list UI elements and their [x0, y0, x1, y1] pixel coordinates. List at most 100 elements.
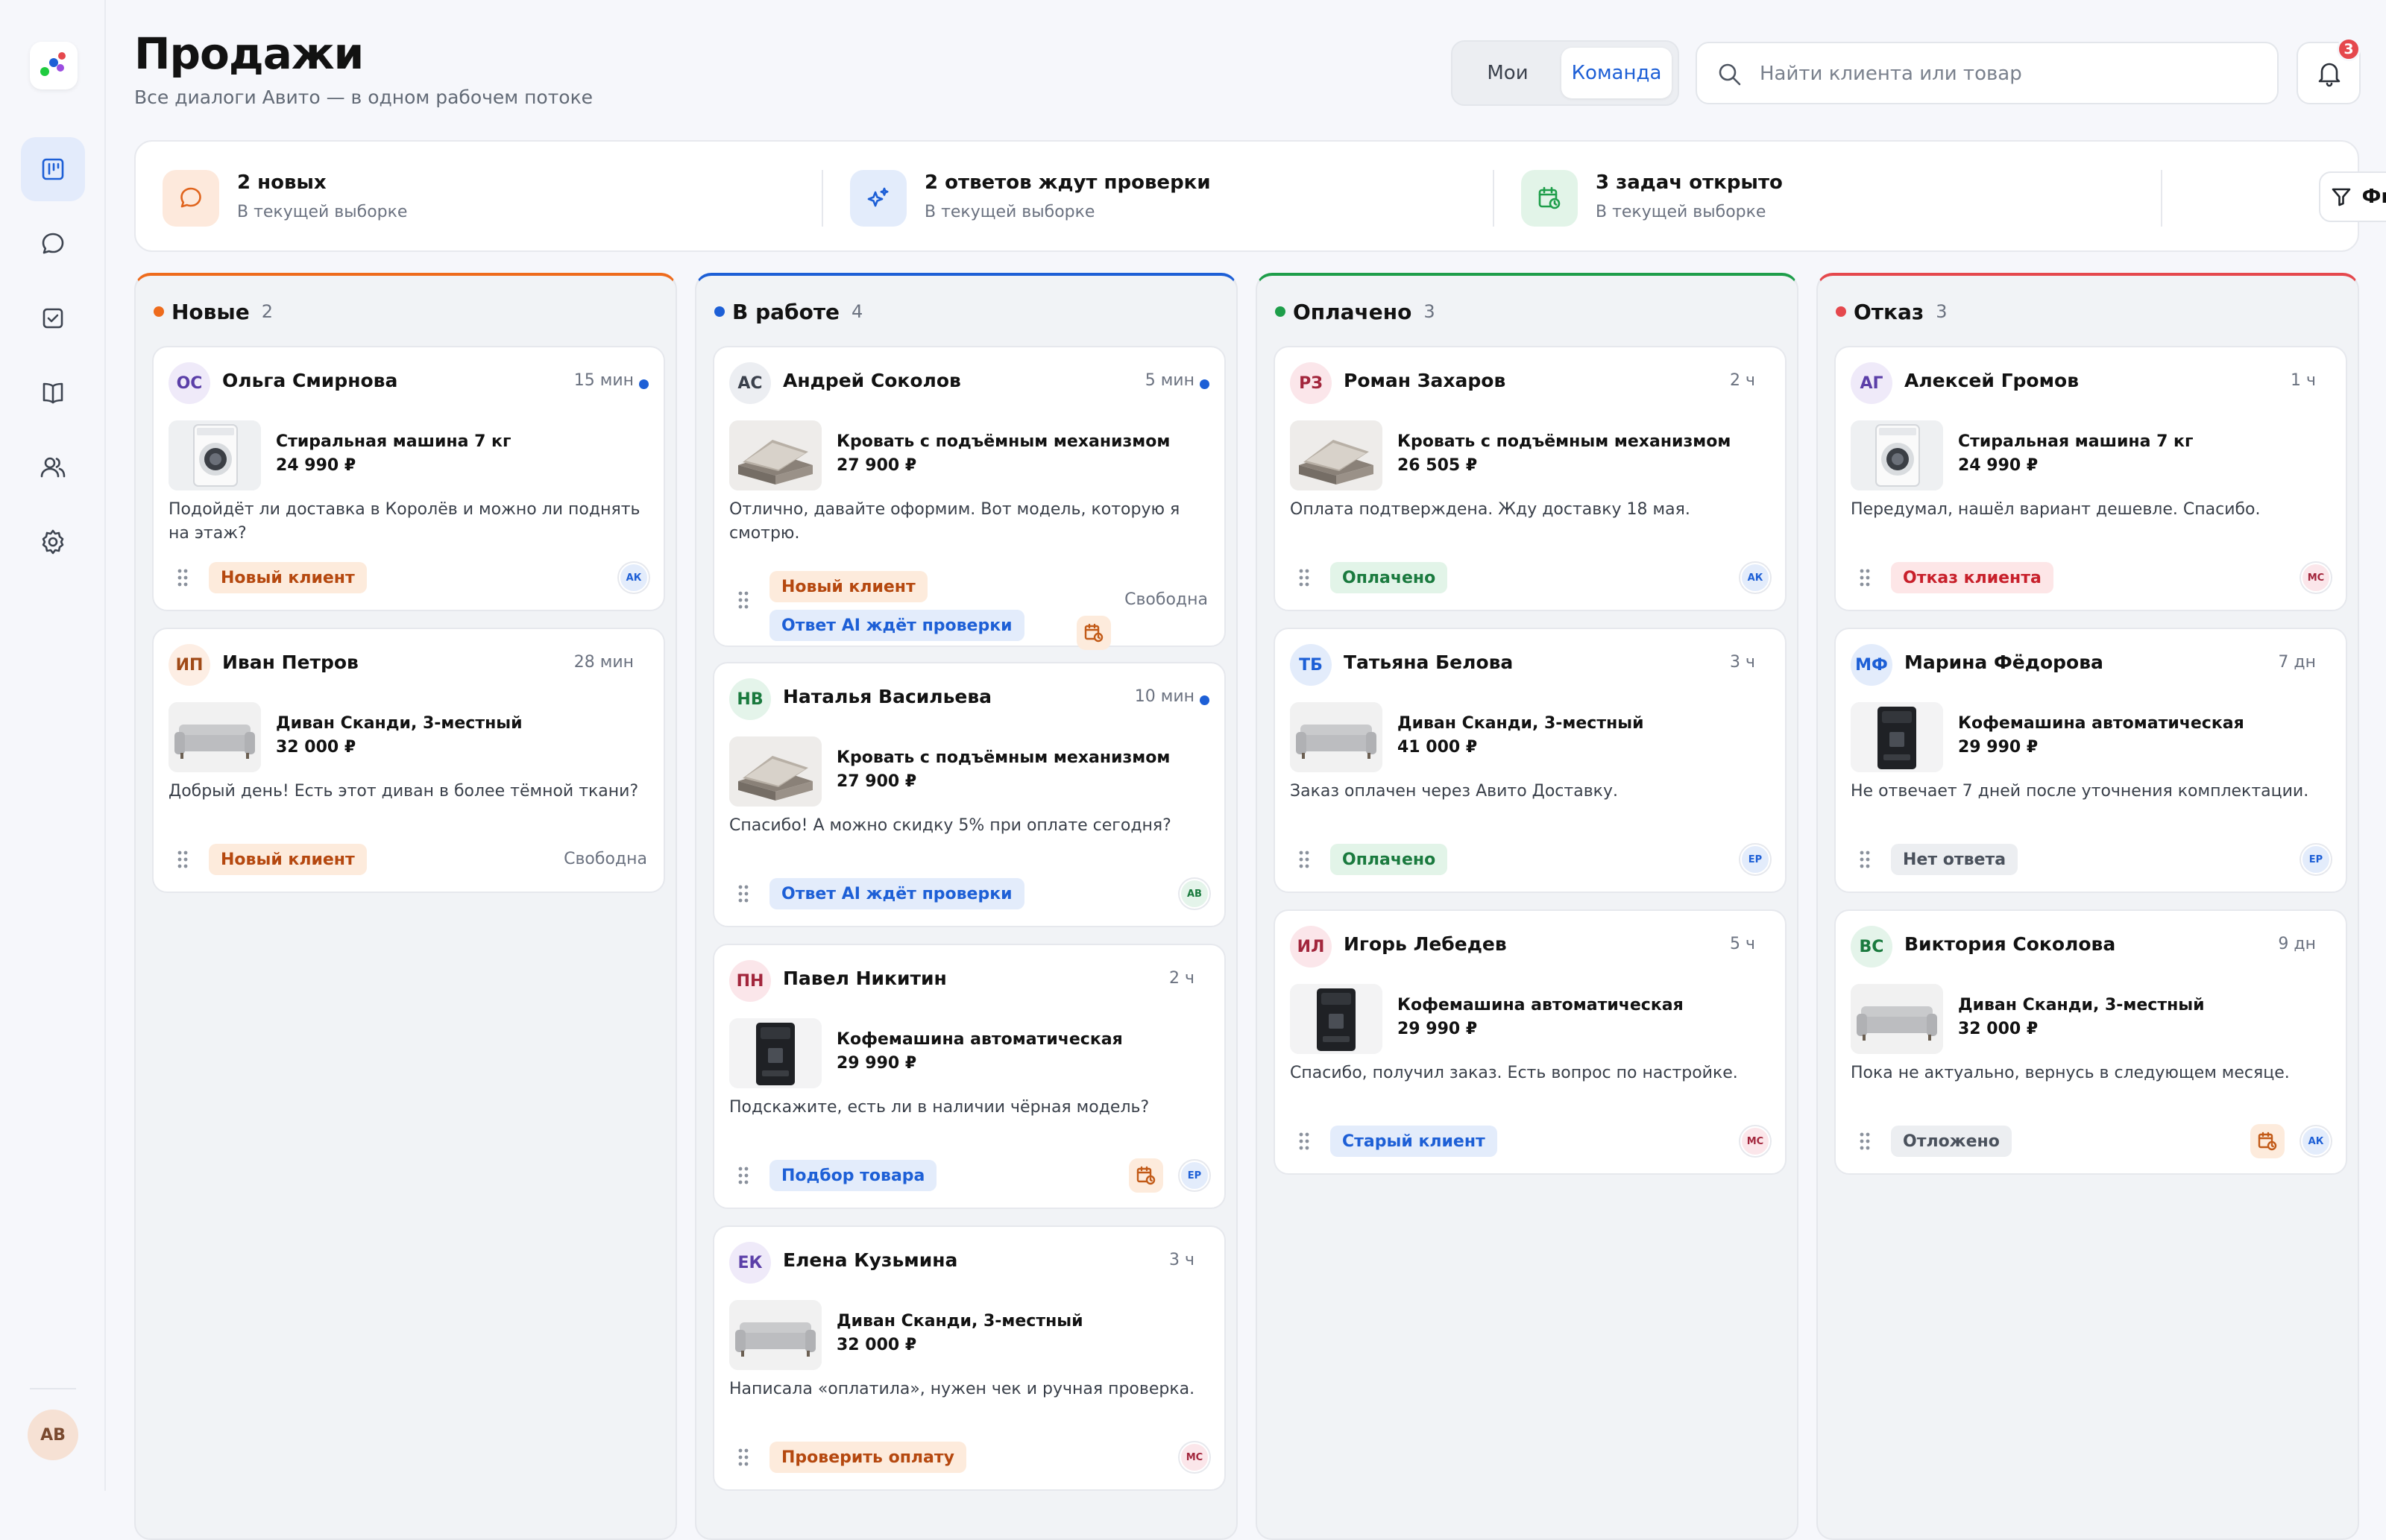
product-name: Стиральная машина 7 кг: [1958, 432, 2194, 451]
status-tag[interactable]: Нет ответа: [1891, 844, 2018, 875]
drag-handle[interactable]: [1858, 850, 1872, 869]
assignee-avatar[interactable]: ЕР: [1180, 1161, 1209, 1190]
open-task-button[interactable]: [1129, 1158, 1163, 1193]
column-count: 3: [1936, 301, 1948, 322]
assignee-avatar[interactable]: МС: [1740, 1126, 1770, 1156]
assignee-avatar[interactable]: АК: [1740, 563, 1770, 593]
product-price: 29 990 ₽: [1958, 738, 2039, 757]
last-message: Написала «оплатила», нужен чек и ручная …: [729, 1380, 1195, 1398]
nav-knowledge[interactable]: [21, 361, 85, 425]
filters-button[interactable]: Фильтры: [2319, 171, 2386, 222]
message-time: 5 мин: [1145, 371, 1194, 390]
product-name: Стиральная машина 7 кг: [276, 432, 511, 451]
divider: [822, 170, 823, 227]
deal-card[interactable]: ИП Иван Петров 28 мин Диван Сканди, 3-местн…: [152, 628, 665, 893]
drag-handle[interactable]: [737, 1166, 750, 1185]
deal-card[interactable]: ТБ Татьяна Белова 3 ч Диван Сканди, 3-местн…: [1274, 628, 1787, 893]
deal-card[interactable]: ВС Виктория Соколова 9 дн Диван Сканди, 3-м…: [1834, 909, 2347, 1175]
assignee-avatar[interactable]: АК: [619, 563, 649, 593]
product-thumbnail: [1851, 420, 1943, 490]
deal-card[interactable]: МФ Марина Фёдорова 7 дн Кофемашина автомати…: [1834, 628, 2347, 893]
deal-card[interactable]: РЗ Роман Захаров 2 ч Кровать с подъёмным ме…: [1274, 346, 1787, 611]
assignee-avatar[interactable]: АВ: [1180, 879, 1209, 909]
column-status-dot: [1275, 306, 1285, 317]
search-input[interactable]: [1760, 58, 2267, 89]
deal-card[interactable]: АГ Алексей Громов 1 ч Стиральная машина 7 к…: [1834, 346, 2347, 611]
checkbox-icon: [43, 308, 63, 329]
status-tag[interactable]: Отложено: [1891, 1126, 2012, 1157]
drag-handle[interactable]: [737, 884, 750, 903]
assignee-avatar[interactable]: ЕР: [2301, 845, 2331, 874]
product-name: Кровать с подъёмным механизмом: [1397, 432, 1731, 451]
column-header: Оплачено 3: [1275, 297, 1435, 326]
last-message: Отлично, давайте оформим. Вот модель, ко…: [729, 500, 1180, 543]
drag-handle-icon: [738, 1448, 749, 1466]
drag-handle-icon: [1860, 1132, 1870, 1150]
app-logo[interactable]: [30, 42, 78, 89]
drag-handle[interactable]: [1858, 568, 1872, 587]
assignee-avatar[interactable]: ЕР: [1740, 845, 1770, 874]
status-tag[interactable]: Отказ клиента: [1891, 562, 2053, 593]
product-thumbnail: [1290, 702, 1382, 772]
status-tag[interactable]: Оплачено: [1330, 562, 1448, 593]
coffee-machine-image: [1290, 984, 1382, 1054]
deal-card[interactable]: ЕК Елена Кузьмина 3 ч Диван Сканди, 3-местн…: [713, 1225, 1226, 1491]
sofa-image: [1851, 984, 1943, 1054]
nav-chats[interactable]: [21, 212, 85, 276]
last-message: Добрый день! Есть этот диван в более тём…: [169, 782, 639, 801]
kanban-column: Отказ 3 АГ Алексей Громов 1 ч Стиральная маши…: [1816, 273, 2359, 1540]
status-tag[interactable]: Ответ AI ждёт проверки: [769, 610, 1024, 641]
product-price: 41 000 ₽: [1397, 738, 1478, 757]
drag-handle-icon: [738, 591, 749, 609]
drag-handle[interactable]: [1297, 850, 1311, 869]
scope-mine-button[interactable]: Мои: [1458, 48, 1557, 98]
assignee-avatar[interactable]: МС: [2301, 563, 2331, 593]
status-tag[interactable]: Проверить оплату: [769, 1442, 966, 1473]
status-tag[interactable]: Оплачено: [1330, 844, 1448, 875]
washing-machine-image: [1851, 420, 1943, 490]
client-name: Виктория Соколова: [1904, 933, 2116, 955]
nav-tasks[interactable]: [21, 286, 85, 350]
open-task-button[interactable]: [1077, 616, 1111, 650]
status-tag[interactable]: Новый клиент: [769, 571, 928, 602]
status-tag[interactable]: Новый клиент: [209, 844, 367, 875]
drag-handle[interactable]: [1297, 568, 1311, 587]
deal-card[interactable]: ИЛ Игорь Лебедев 5 ч Кофемашина автоматичес…: [1274, 909, 1787, 1175]
status-tag[interactable]: Ответ AI ждёт проверки: [769, 878, 1024, 909]
drag-handle[interactable]: [176, 850, 189, 869]
search-icon: [1719, 63, 1741, 86]
deal-card[interactable]: АС Андрей Соколов 5 мин Кровать с подъёмным…: [713, 346, 1226, 650]
drag-handle[interactable]: [737, 1448, 750, 1467]
deal-card[interactable]: ПН Павел Никитин 2 ч Кофемашина автоматичес…: [713, 944, 1226, 1209]
scope-team-button[interactable]: Команда: [1561, 48, 1672, 98]
column-title: Новые: [171, 299, 250, 324]
drag-handle[interactable]: [176, 568, 189, 587]
stat-caption: В текущей выборке: [1596, 203, 1766, 221]
nav-settings[interactable]: [21, 510, 85, 574]
product-thumbnail: [729, 736, 822, 807]
drag-handle[interactable]: [737, 590, 750, 610]
product-thumbnail: [1290, 984, 1382, 1054]
drag-handle[interactable]: [1297, 1132, 1311, 1151]
status-tag[interactable]: Подбор товара: [769, 1160, 937, 1191]
status-tag[interactable]: Новый клиент: [209, 562, 367, 593]
assignee-avatar[interactable]: МС: [1180, 1442, 1209, 1472]
open-task-button[interactable]: [2250, 1124, 2285, 1158]
user-avatar[interactable]: AB: [28, 1410, 78, 1460]
product-name: Кофемашина автоматическая: [1958, 714, 2244, 733]
divider: [1493, 170, 1494, 227]
nav-board[interactable]: [21, 137, 85, 201]
sparkle-icon: [867, 187, 889, 207]
status-tag[interactable]: Старый клиент: [1330, 1126, 1497, 1157]
page-subtitle: Все диалоги Авито — в одном рабочем пото…: [134, 86, 594, 108]
deal-card[interactable]: НВ Наталья Васильева 10 мин Кровать с подъё…: [713, 662, 1226, 927]
filters-label: Фильтры: [2361, 186, 2386, 208]
nav-clients[interactable]: [21, 435, 85, 499]
divider: [2161, 170, 2162, 227]
product-name: Диван Сканди, 3-местный: [837, 1312, 1083, 1331]
coffee-machine-image: [1851, 702, 1943, 772]
assignee-avatar[interactable]: АК: [2301, 1126, 2331, 1156]
deal-card[interactable]: ОС Ольга Смирнова 15 мин Стиральная машина …: [152, 346, 665, 611]
drag-handle-icon: [1299, 1132, 1309, 1150]
drag-handle[interactable]: [1858, 1132, 1872, 1151]
